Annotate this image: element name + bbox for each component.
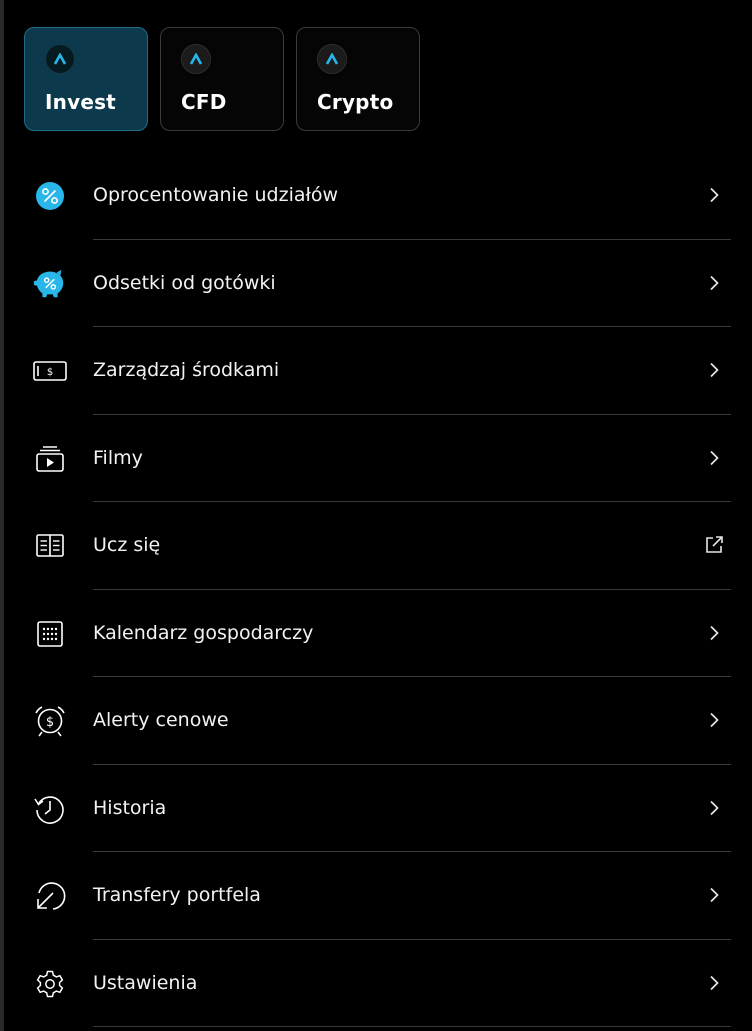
chevron-right-icon	[706, 973, 722, 993]
menu-item-price-alerts[interactable]: $ Alerty cenowe	[4, 677, 752, 765]
price-alert-icon: $	[32, 703, 68, 739]
chevron-right-icon	[706, 185, 722, 205]
tab-label: CFD	[181, 90, 227, 114]
calendar-icon	[32, 616, 68, 652]
chevron-right-icon	[706, 360, 722, 380]
menu-item-label: Ustawienia	[93, 971, 198, 994]
brand-logo-icon	[317, 44, 347, 74]
transfer-icon	[32, 878, 68, 914]
menu-item-label: Historia	[93, 796, 167, 819]
menu-item-learn[interactable]: Ucz się	[4, 502, 752, 590]
menu-item-label: Transfery portfela	[93, 884, 261, 906]
menu-item-history[interactable]: Historia	[4, 765, 752, 853]
chevron-right-icon	[706, 885, 722, 905]
menu-item-label: Ucz się	[93, 534, 161, 556]
tab-invest[interactable]: Invest	[24, 27, 148, 131]
menu-item-label: Alerty cenowe	[93, 709, 229, 731]
chevron-right-icon	[706, 273, 722, 293]
menu-item-label: Odsetki od gotówki	[93, 271, 276, 294]
history-icon	[32, 791, 68, 827]
menu-item-economic-calendar[interactable]: Kalendarz gospodarczy	[4, 590, 752, 678]
menu-item-settings[interactable]: Ustawienia	[4, 940, 752, 1028]
chevron-right-icon	[706, 448, 722, 468]
gear-icon	[32, 966, 68, 1002]
video-icon	[32, 441, 68, 477]
menu-panel: Invest CFD Crypto Oprocentowanie udziałó…	[0, 0, 752, 1031]
svg-text:$: $	[46, 715, 54, 730]
menu-item-label: Kalendarz gospodarczy	[93, 621, 314, 644]
menu-item-videos[interactable]: Filmy	[4, 415, 752, 503]
tab-crypto[interactable]: Crypto	[296, 27, 420, 131]
brand-logo-icon	[45, 44, 75, 74]
menu-item-label: Oprocentowanie udziałów	[93, 184, 339, 206]
percent-circle-icon	[32, 178, 68, 214]
banknote-icon: $	[32, 353, 68, 389]
tab-cfd[interactable]: CFD	[160, 27, 284, 131]
tab-label: Invest	[45, 90, 116, 114]
product-tabs: Invest CFD Crypto	[24, 27, 420, 131]
menu-item-cash-interest[interactable]: Odsetki od gotówki	[4, 240, 752, 328]
chevron-right-icon	[706, 710, 722, 730]
menu-item-label: Filmy	[93, 446, 143, 469]
menu-list: Oprocentowanie udziałów Odsetki od gotów…	[4, 152, 752, 1027]
menu-item-manage-funds[interactable]: $ Zarządzaj środkami	[4, 327, 752, 415]
menu-item-share-interest[interactable]: Oprocentowanie udziałów	[4, 152, 752, 240]
tab-label: Crypto	[317, 90, 394, 114]
piggy-bank-icon	[32, 266, 68, 302]
brand-logo-icon	[181, 44, 211, 74]
book-icon	[32, 528, 68, 564]
chevron-right-icon	[706, 623, 722, 643]
menu-item-label: Zarządzaj środkami	[93, 359, 280, 381]
chevron-right-icon	[706, 798, 722, 818]
menu-item-wallet-transfers[interactable]: Transfery portfela	[4, 852, 752, 940]
svg-text:$: $	[47, 367, 53, 378]
external-link-icon	[703, 535, 725, 555]
